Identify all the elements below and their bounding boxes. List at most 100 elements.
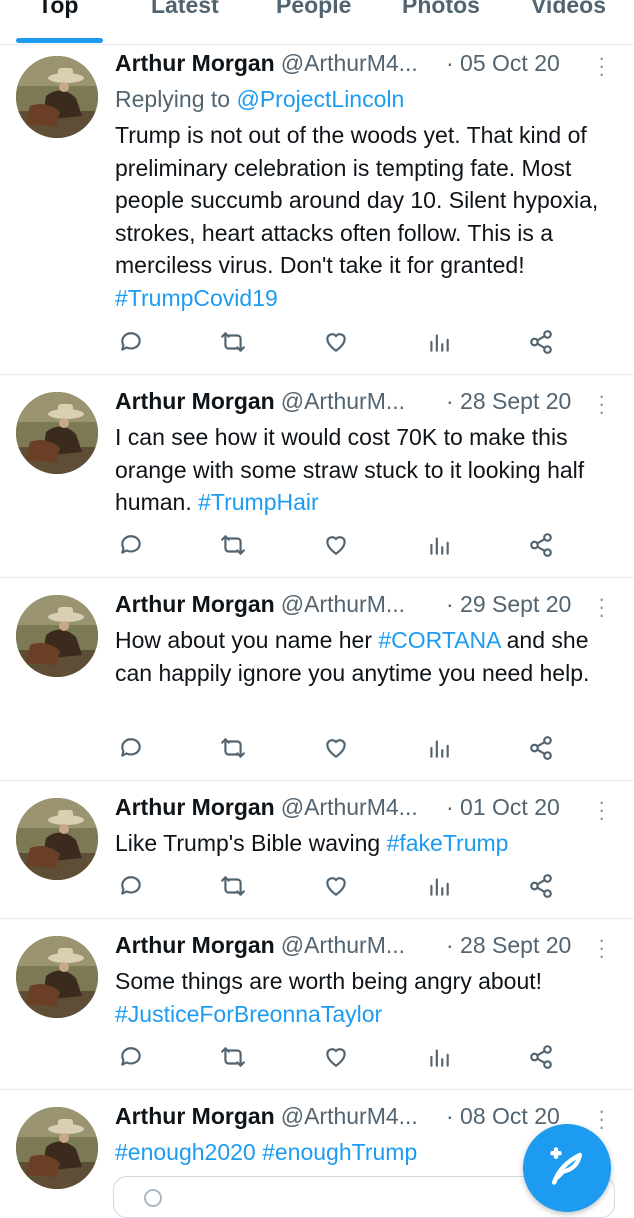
more-options-icon[interactable]: · · ·: [598, 791, 608, 829]
author-name[interactable]: Arthur Morgan: [115, 794, 275, 820]
replying-to: Replying to @ProjectLincoln: [115, 86, 404, 113]
tweet-text-content: Some things are worth being angry about!: [115, 968, 543, 994]
author-name[interactable]: Arthur Morgan: [115, 591, 275, 617]
avatar[interactable]: [16, 392, 98, 474]
heart-icon: [326, 739, 346, 758]
tab-top[interactable]: Top: [38, 0, 78, 19]
reply-button[interactable]: [118, 735, 148, 765]
retweet-icon: [221, 738, 245, 758]
share-button[interactable]: [528, 735, 558, 765]
search-tabs: Top Latest People Photos Videos: [0, 0, 634, 45]
retweet-button[interactable]: [220, 735, 250, 765]
retweet-icon: [221, 1047, 245, 1067]
avatar[interactable]: [16, 1107, 98, 1189]
tweet[interactable]: Arthur Morgan @ArthurM... · 28 Sept 20 · ·…: [0, 918, 634, 1090]
tweet[interactable]: Arthur Morgan @ArthurM... · 28 Sept 20 · ·…: [0, 374, 634, 578]
like-button[interactable]: [323, 532, 353, 562]
more-options-icon[interactable]: · · ·: [598, 1100, 608, 1138]
more-options-icon[interactable]: · · ·: [598, 385, 608, 423]
retweet-button[interactable]: [220, 1044, 250, 1074]
like-button[interactable]: [323, 329, 353, 359]
hashtag-link[interactable]: #JusticeForBreonnaTaylor: [115, 1001, 382, 1027]
author-handle[interactable]: @ArthurM...: [281, 591, 405, 617]
analytics-icon: [430, 1049, 449, 1067]
tweet[interactable]: Arthur Morgan @ArthurM4... · 01 Oct 20 · ·…: [0, 780, 634, 919]
like-button[interactable]: [323, 1044, 353, 1074]
more-options-icon[interactable]: · · ·: [598, 47, 608, 85]
active-tab-indicator: [16, 38, 103, 43]
reply-button[interactable]: [118, 329, 148, 359]
replying-to-label: Replying to: [115, 86, 231, 112]
tweet-actions: [118, 1044, 568, 1074]
reply-icon: [121, 535, 141, 554]
author-name[interactable]: Arthur Morgan: [115, 1103, 275, 1129]
avatar[interactable]: [16, 595, 98, 677]
tab-photos[interactable]: Photos: [402, 0, 480, 19]
tweet-text: Trump is not out of the woods yet. That …: [115, 119, 620, 314]
hashtag-link[interactable]: #fakeTrump: [387, 830, 509, 856]
tweet-date: · 08 Oct 20: [446, 1103, 560, 1129]
author-handle[interactable]: @ArthurM4...: [281, 50, 418, 76]
tweet[interactable]: Arthur Morgan @ArthurM4... · 05 Oct 20 · ·…: [0, 44, 634, 375]
retweet-icon: [221, 876, 245, 896]
like-button[interactable]: [323, 735, 353, 765]
tweet-text-content: Like Trump's Bible waving: [115, 830, 381, 856]
tweet-text: I can see how it would cost 70K to make …: [115, 421, 620, 519]
author-handle[interactable]: @ArthurM4...: [281, 1103, 418, 1129]
author-handle[interactable]: @ArthurM...: [281, 932, 405, 958]
hashtag-link[interactable]: #enough2020 #enoughTrump: [115, 1139, 417, 1165]
more-options-icon[interactable]: · · ·: [598, 929, 608, 967]
analytics-button[interactable]: [426, 329, 456, 359]
tweet-date: · 28 Sept 20: [446, 932, 572, 958]
share-button[interactable]: [528, 873, 558, 903]
tab-videos[interactable]: Videos: [531, 0, 606, 19]
retweet-button[interactable]: [220, 532, 250, 562]
share-icon: [530, 533, 552, 557]
analytics-button[interactable]: [426, 1044, 456, 1074]
share-button[interactable]: [528, 1044, 558, 1074]
like-button[interactable]: [323, 873, 353, 903]
share-button[interactable]: [528, 532, 558, 562]
tweet-actions: [118, 735, 568, 765]
hashtag-link[interactable]: #TrumpHair: [198, 489, 319, 515]
reply-button[interactable]: [118, 532, 148, 562]
retweet-icon: [221, 332, 245, 352]
author-handle[interactable]: @ArthurM4...: [281, 794, 418, 820]
hashtag-link[interactable]: #TrumpCovid19: [115, 285, 278, 311]
retweet-button[interactable]: [220, 873, 250, 903]
analytics-button[interactable]: [426, 873, 456, 903]
reply-button[interactable]: [118, 1044, 148, 1074]
more-options-icon[interactable]: · · ·: [598, 588, 608, 626]
tweet-actions: [118, 873, 568, 903]
hashtag-link[interactable]: #CORTANA: [378, 627, 500, 653]
author-name[interactable]: Arthur Morgan: [115, 50, 275, 76]
avatar[interactable]: [16, 56, 98, 138]
share-icon: [530, 874, 552, 898]
tweet-text-content: Trump is not out of the woods yet. That …: [115, 122, 599, 278]
analytics-button[interactable]: [426, 532, 456, 562]
author-handle[interactable]: @ArthurM...: [281, 388, 405, 414]
author-name[interactable]: Arthur Morgan: [115, 388, 275, 414]
avatar[interactable]: [16, 798, 98, 880]
heart-icon: [326, 536, 346, 555]
avatar[interactable]: [16, 936, 98, 1018]
quoted-avatar: [144, 1189, 162, 1207]
tab-latest[interactable]: Latest: [151, 0, 219, 19]
tweet-date: · 28 Sept 20: [446, 388, 572, 414]
reply-button[interactable]: [118, 873, 148, 903]
reply-icon: [121, 332, 141, 351]
share-icon: [530, 736, 552, 760]
analytics-icon: [430, 334, 449, 352]
tweet[interactable]: Arthur Morgan @ArthurM... · 29 Sept 20 · ·…: [0, 577, 634, 781]
reply-mention-link[interactable]: @ProjectLincoln: [236, 86, 404, 112]
tweet-date: · 05 Oct 20: [446, 50, 560, 76]
share-button[interactable]: [528, 329, 558, 359]
tab-people[interactable]: People: [276, 0, 351, 19]
author-name[interactable]: Arthur Morgan: [115, 932, 275, 958]
retweet-button[interactable]: [220, 329, 250, 359]
compose-tweet-button[interactable]: [523, 1124, 611, 1212]
tweet-text: Some things are worth being angry about!…: [115, 965, 620, 1030]
analytics-button[interactable]: [426, 735, 456, 765]
heart-icon: [326, 333, 346, 352]
retweet-icon: [221, 535, 245, 555]
